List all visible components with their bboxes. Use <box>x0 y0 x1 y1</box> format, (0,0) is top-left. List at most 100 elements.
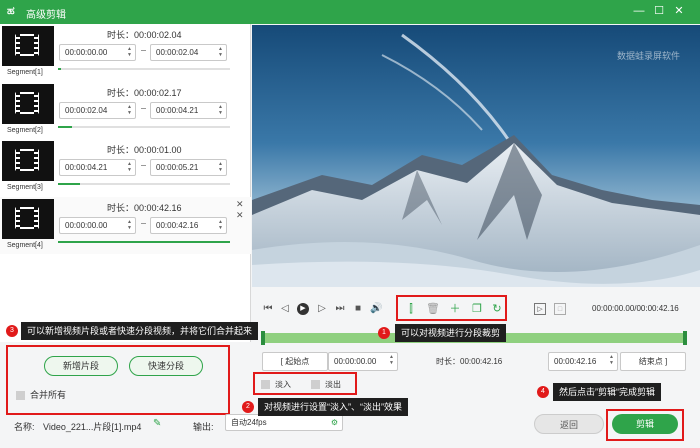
time-readout: 00:00:00.00/00:00:42.16 <box>592 304 679 313</box>
segment-start-value: 00:00:00.00 <box>65 48 108 57</box>
trim-end-value: 00:00:42.16 <box>554 357 597 366</box>
list-item[interactable]: Segment[4] 时长：00:00:42.16 00:00:00.00 ▲ ▼ … <box>0 197 251 254</box>
stepper-icon[interactable]: ▲ ▼ <box>389 354 394 366</box>
checkbox-icon <box>261 380 270 390</box>
set-start-button[interactable]: [ 起始点 <box>262 352 328 371</box>
segment-progress <box>58 126 230 128</box>
segment-label: Segment[3] <box>7 184 43 191</box>
list-item[interactable]: Segment[3] 时长：00:00:01.00 00:00:04.21 ▲ ▼ … <box>0 139 251 196</box>
bracket-right-icon: ] <box>662 357 668 366</box>
film-icon <box>15 149 39 171</box>
callout-badge: 4 <box>537 386 549 398</box>
output-value: 自动24fps <box>231 418 267 427</box>
list-item[interactable]: Segment[2] 时长：00:00:02.17 00:00:02.04 ▲ ▼ … <box>0 82 251 139</box>
segment-end-field[interactable]: 00:00:42.16 ▲ ▼ <box>150 217 227 234</box>
segment-end-field[interactable]: 00:00:02.04 ▲ ▼ <box>150 44 227 61</box>
divider <box>141 50 146 51</box>
trim-controls: [ 起始点 00:00:00.00 ▲ ▼ 时长：00:00:42.16 00:00… <box>262 352 686 371</box>
mark-in-icon[interactable]: ▷ <box>534 303 546 315</box>
trim-end-handle[interactable] <box>683 331 687 345</box>
stepper-icon[interactable]: ▲ ▼ <box>218 161 223 173</box>
segment-end-value: 00:00:42.16 <box>156 221 199 230</box>
film-icon <box>15 92 39 114</box>
callout-badge: 1 <box>378 327 390 339</box>
reset-icon[interactable]: ↻ <box>490 303 504 316</box>
output-select[interactable]: 自动24fps ⚙ <box>225 414 343 431</box>
volume-icon[interactable]: 🔊 <box>370 303 382 315</box>
mark-out-icon[interactable]: □ <box>554 303 566 315</box>
add-icon[interactable]: ＋ <box>448 303 462 316</box>
prev-frame-icon[interactable]: ◁ <box>279 303 291 315</box>
segment-thumbnail <box>2 26 54 66</box>
divider <box>141 108 146 109</box>
fade-out-checkbox[interactable]: 淡出 <box>311 379 341 390</box>
back-button[interactable]: 返回 <box>534 414 604 434</box>
maximize-icon[interactable]: ☐ <box>652 4 666 18</box>
divider <box>141 165 146 166</box>
segment-end-field[interactable]: 00:00:05.21 ▲ ▼ <box>150 159 227 176</box>
video-preview[interactable]: 数据蛙录屏软件 <box>252 25 700 287</box>
stop-icon[interactable]: ■ <box>352 303 364 315</box>
segment-start-field[interactable]: 00:00:04.21 ▲ ▼ <box>59 159 136 176</box>
trim-end-field[interactable]: 00:00:42.16 ▲ ▼ <box>548 352 618 371</box>
next-frame-icon[interactable]: ▷ <box>316 303 328 315</box>
skip-start-icon[interactable]: ⏮ <box>262 303 274 315</box>
segment-start-field[interactable]: 00:00:00.00 ▲ ▼ <box>59 44 136 61</box>
minimize-icon[interactable]: — <box>632 4 646 18</box>
edit-name-icon[interactable]: ✎ <box>153 418 161 429</box>
segment-actions: 新增片段 快速分段 合并所有 <box>6 345 230 415</box>
copy-icon[interactable]: ❐ <box>470 303 484 316</box>
skip-end-icon[interactable]: ⏭ <box>334 303 346 315</box>
segment-start-value: 00:00:04.21 <box>65 163 108 172</box>
stepper-icon[interactable]: ▲ ▼ <box>218 46 223 58</box>
stepper-icon[interactable]: ▲ ▼ <box>127 161 132 173</box>
quick-split-button[interactable]: 快速分段 <box>129 356 203 376</box>
stepper-icon[interactable]: ▲ ▼ <box>218 104 223 116</box>
stepper-icon[interactable]: ▲ ▼ <box>609 354 614 366</box>
trim-duration: 时长：00:00:42.16 <box>436 357 503 366</box>
film-icon <box>15 34 39 56</box>
play-icon[interactable]: ▶ <box>297 303 309 315</box>
add-segment-button[interactable]: 新增片段 <box>44 356 118 376</box>
trim-start-value: 00:00:00.00 <box>334 357 377 366</box>
callout-3: 可以新增视频片段或者快速分段视频，并将它们合并起来 <box>21 322 259 340</box>
close-icon[interactable]: ✕ <box>672 4 686 18</box>
segment-thumbnail <box>2 84 54 124</box>
segment-label: Segment[2] <box>7 127 43 134</box>
trim-start-field[interactable]: 00:00:00.00 ▲ ▼ <box>328 352 398 371</box>
split-icon[interactable]: ⫿ <box>404 303 418 316</box>
segment-progress-fill <box>58 126 72 128</box>
segment-progress-fill <box>58 68 62 70</box>
stepper-icon[interactable]: ▲ ▼ <box>127 46 132 58</box>
merge-all-checkbox[interactable]: 合并所有 <box>16 388 66 401</box>
segment-progress-fill <box>58 183 81 185</box>
merge-all-label: 合并所有 <box>30 390 67 400</box>
stepper-icon[interactable]: ▲ ▼ <box>127 219 132 231</box>
fade-options: 淡入 淡出 <box>253 372 357 395</box>
segment-start-field[interactable]: 00:00:02.04 ▲ ▼ <box>59 102 136 119</box>
segment-end-field[interactable]: 00:00:04.21 ▲ ▼ <box>150 102 227 119</box>
gear-icon[interactable]: ⚙ <box>331 415 338 430</box>
preview-image <box>252 25 700 287</box>
set-end-button[interactable]: 结束点 ] <box>620 352 686 371</box>
film-icon <box>15 207 39 229</box>
segment-start-value: 00:00:02.04 <box>65 106 108 115</box>
segment-progress <box>58 68 230 70</box>
name-label: 名称: <box>14 422 35 432</box>
segment-progress <box>58 183 230 185</box>
divider <box>141 223 146 224</box>
segment-thumbnail <box>2 141 54 181</box>
fade-out-label: 淡出 <box>325 380 341 389</box>
cut-button[interactable]: 剪辑 <box>612 414 678 434</box>
stepper-icon[interactable]: ▲ ▼ <box>218 219 223 231</box>
trim-start-handle[interactable] <box>261 331 265 345</box>
segment-start-field[interactable]: 00:00:00.00 ▲ ▼ <box>59 217 136 234</box>
fade-in-checkbox[interactable]: 淡入 <box>261 379 291 390</box>
segment-progress <box>58 241 230 243</box>
segment-remove-icon[interactable]: ✕ ✕ <box>236 199 244 221</box>
set-end-label: 结束点 <box>638 357 663 366</box>
delete-icon[interactable]: 🗑 <box>426 303 440 316</box>
segment-end-value: 00:00:02.04 <box>156 48 199 57</box>
list-item[interactable]: Segment[1] 时长：00:00:02.04 00:00:00.00 ▲ ▼ … <box>0 24 251 81</box>
stepper-icon[interactable]: ▲ ▼ <box>127 104 132 116</box>
